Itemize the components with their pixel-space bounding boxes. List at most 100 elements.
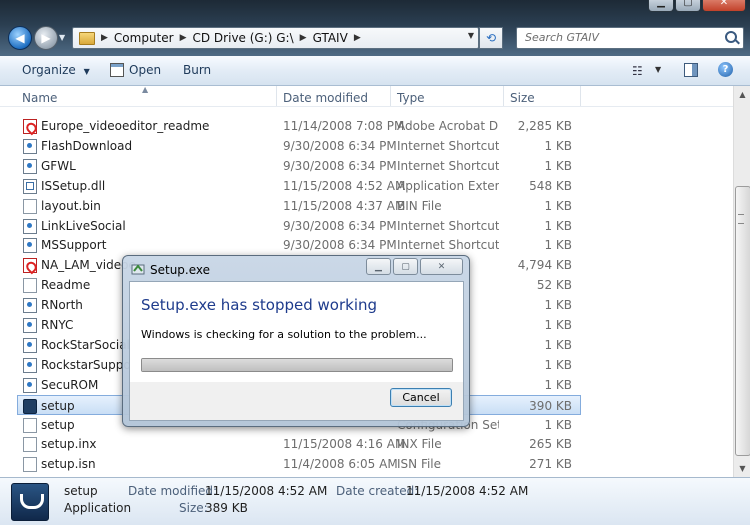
- breadcrumb-gtaiv[interactable]: GTAIV: [313, 31, 348, 45]
- file-date-modified: 9/30/2008 6:34 PM: [283, 158, 397, 173]
- address-bar[interactable]: ▶ Computer ▶ CD Drive (G:) G:\ ▶ GTAIV ▶…: [72, 27, 479, 49]
- url-icon: [23, 218, 37, 234]
- column-divider[interactable]: [390, 86, 391, 106]
- dialog-maximize-button[interactable]: ▢: [393, 258, 418, 275]
- views-icon[interactable]: ☷: [632, 64, 643, 78]
- url-icon: [23, 357, 37, 373]
- file-row[interactable]: ISSetup.dll 11/15/2008 4:52 AM Application…: [18, 176, 580, 196]
- details-file-kind: Application: [64, 501, 132, 515]
- cancel-button[interactable]: Cancel: [390, 388, 452, 407]
- file-name: layout.bin: [41, 198, 101, 213]
- preview-pane-icon[interactable]: [684, 63, 698, 77]
- minimize-button[interactable]: ▁: [648, 0, 674, 12]
- file-type: Application Extens...: [397, 178, 499, 193]
- window-controls: ▁ ▢ ✕: [647, 0, 746, 12]
- open-button[interactable]: Open: [110, 63, 161, 77]
- settings-file-icon: [23, 417, 37, 433]
- file-name: GFWL: [41, 158, 76, 173]
- file-type: Adobe Acrobat D...: [397, 119, 499, 133]
- file-size: 1 KB: [544, 138, 572, 153]
- recent-pages-dropdown[interactable]: ▼: [59, 33, 65, 42]
- file-icon: [23, 457, 37, 473]
- file-row[interactable]: MSSupport 9/30/2008 6:34 PM Internet Short…: [18, 235, 580, 255]
- maximize-button[interactable]: ▢: [675, 0, 701, 12]
- details-created-value: 11/15/2008 4:52 AM: [406, 484, 529, 498]
- explorer-titlebar: ▁ ▢ ✕ ◀ ▶ ▼ ▶ Computer ▶ CD Drive (G:) G…: [0, 0, 750, 56]
- column-header-name[interactable]: Name: [22, 91, 57, 105]
- dialog-minimize-button[interactable]: ▁: [366, 258, 391, 275]
- file-date-modified: 11/15/2008 4:37 AM: [283, 198, 406, 213]
- sort-ascending-icon: ▲: [142, 85, 149, 94]
- chevron-down-icon[interactable]: ▼: [468, 31, 474, 40]
- file-size: 271 KB: [529, 457, 572, 472]
- file-row[interactable]: FlashDownload 9/30/2008 6:34 PM Internet S…: [18, 136, 580, 156]
- refresh-button[interactable]: ⟲: [479, 27, 503, 49]
- details-file-name: setup: [64, 484, 98, 498]
- file-size: 1 KB: [544, 238, 572, 253]
- vertical-scrollbar[interactable]: ▲ ▼: [733, 86, 750, 477]
- scrollbar-thumb[interactable]: [735, 186, 750, 456]
- scroll-down-icon[interactable]: ▼: [734, 460, 750, 477]
- file-size: 2,285 KB: [517, 119, 572, 133]
- file-row[interactable]: Europe_videoeditor_readme 11/14/2008 7:08…: [18, 116, 580, 136]
- chevron-down-icon: ▼: [83, 67, 90, 76]
- arrow-left-icon: ◀: [15, 31, 25, 45]
- file-row[interactable]: setup.isn 11/4/2008 6:05 AM ISN File 271 KB: [18, 454, 580, 474]
- file-date-modified: 9/30/2008 6:34 PM: [283, 218, 397, 233]
- file-size: 1 KB: [544, 377, 572, 392]
- forward-button[interactable]: ▶: [34, 26, 58, 50]
- search-icon[interactable]: [725, 31, 737, 43]
- chevron-right-icon[interactable]: ▶: [101, 33, 108, 43]
- file-name: ISSetup.dll: [41, 178, 106, 193]
- column-header-size[interactable]: Size: [510, 91, 535, 105]
- chevron-right-icon[interactable]: ▶: [354, 33, 361, 43]
- file-size: 52 KB: [536, 278, 572, 293]
- folder-icon: [79, 31, 95, 45]
- file-type: Internet Shortcut: [397, 138, 499, 153]
- chevron-right-icon[interactable]: ▶: [300, 33, 307, 43]
- search-input[interactable]: [517, 28, 715, 46]
- dialog-close-button[interactable]: ✕: [420, 258, 463, 275]
- arrow-right-icon: ▶: [41, 31, 51, 45]
- error-dialog: Setup.exe ▁ ▢ ✕ Setup.exe has stopped wo…: [122, 255, 470, 427]
- file-size: 1 KB: [544, 417, 572, 432]
- breadcrumb-cd-drive[interactable]: CD Drive (G:) G:\: [193, 31, 294, 45]
- column-divider[interactable]: [276, 86, 277, 106]
- details-size-label: Size:: [179, 501, 208, 515]
- dialog-heading: Setup.exe has stopped working: [141, 296, 378, 314]
- file-size: 1 KB: [544, 337, 572, 352]
- file-date-modified: 9/30/2008 6:34 PM: [283, 238, 397, 253]
- url-icon: [23, 138, 37, 154]
- file-row[interactable]: GFWL 9/30/2008 6:34 PM Internet Shortcut 1 …: [18, 156, 580, 176]
- search-box[interactable]: [516, 27, 744, 49]
- close-button[interactable]: ✕: [702, 0, 746, 12]
- open-label: Open: [129, 63, 162, 77]
- file-name: setup: [41, 398, 75, 413]
- organize-button[interactable]: Organize ▼: [22, 63, 90, 77]
- breadcrumb-computer[interactable]: Computer: [114, 31, 174, 45]
- scroll-up-icon[interactable]: ▲: [734, 86, 750, 103]
- file-name: SecuROM: [41, 377, 99, 392]
- chevron-down-icon[interactable]: ▼: [655, 65, 661, 74]
- file-row[interactable]: LinkLiveSocial 9/30/2008 6:34 PM Internet …: [18, 216, 580, 236]
- file-type: Internet Shortcut: [397, 158, 499, 173]
- file-type: BIN File: [397, 198, 442, 213]
- column-divider[interactable]: [580, 86, 581, 106]
- back-button[interactable]: ◀: [8, 26, 32, 50]
- details-size-value: 389 KB: [205, 501, 248, 515]
- column-divider[interactable]: [503, 86, 504, 106]
- url-icon: [23, 298, 37, 314]
- column-header-date[interactable]: Date modified: [283, 91, 368, 105]
- details-modified-label: Date modified:: [128, 484, 218, 498]
- file-name: RNYC: [41, 318, 74, 332]
- progress-bar-fill: [142, 359, 452, 371]
- dialog-message: Windows is checking for a solution to th…: [141, 328, 427, 341]
- column-header-type[interactable]: Type: [397, 91, 425, 105]
- file-size: 548 KB: [529, 178, 572, 193]
- file-row[interactable]: layout.bin 11/15/2008 4:37 AM BIN File 1 KB: [18, 196, 580, 216]
- burn-button[interactable]: Burn: [183, 63, 211, 77]
- chevron-right-icon[interactable]: ▶: [180, 33, 187, 43]
- help-icon[interactable]: ?: [718, 62, 733, 77]
- file-size: 4,794 KB: [517, 258, 572, 273]
- file-row[interactable]: setup.inx 11/15/2008 4:16 AM INX File 265 K…: [18, 434, 580, 454]
